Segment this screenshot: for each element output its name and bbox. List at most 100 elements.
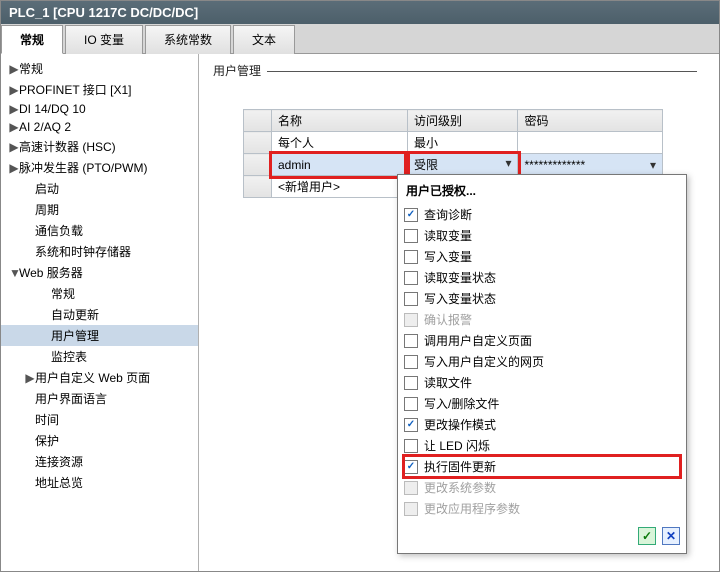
checkbox[interactable]: [404, 229, 418, 243]
permission-item[interactable]: 读取变量: [404, 225, 680, 246]
section-title: 用户管理: [213, 62, 709, 79]
tree-item-label: 地址总览: [35, 474, 83, 491]
tree-arrow-icon: ▶: [9, 62, 19, 76]
tree-item[interactable]: 系统和时钟存储器: [1, 241, 198, 262]
col-password[interactable]: 密码: [518, 110, 663, 132]
permission-item[interactable]: 写入用户自定义的网页: [404, 351, 680, 372]
table-row-admin[interactable]: admin 受限▾ *************▾: [244, 154, 663, 176]
tree-item-label: 自动更新: [51, 306, 99, 323]
tree-arrow-icon: ▶: [9, 102, 19, 116]
tree-arrow-icon: ▶: [25, 371, 35, 385]
tree-item-label: Web 服务器: [19, 264, 83, 281]
tab-label: 文本: [252, 33, 276, 47]
table-header-row: 名称 访问级别 密码: [244, 110, 663, 132]
tree-item[interactable]: 保护: [1, 430, 198, 451]
checkbox[interactable]: [404, 334, 418, 348]
tab-general[interactable]: 常规: [1, 25, 63, 54]
permission-item[interactable]: 调用用户自定义页面: [404, 330, 680, 351]
tree-arrow-icon: ▶: [9, 140, 19, 154]
tree-item-label: PROFINET 接口 [X1]: [19, 81, 131, 98]
dropdown-footer: ✓ ✕: [404, 519, 680, 545]
tree-item[interactable]: ▶AI 2/AQ 2: [1, 118, 198, 136]
tree-item[interactable]: 地址总览: [1, 472, 198, 493]
tree-item[interactable]: ▶常规: [1, 58, 198, 79]
checkbox[interactable]: [404, 460, 418, 474]
checkbox[interactable]: [404, 376, 418, 390]
checkbox[interactable]: [404, 355, 418, 369]
col-access[interactable]: 访问级别: [407, 110, 518, 132]
permission-label: 更改系统参数: [424, 479, 496, 496]
tree-item[interactable]: 通信负载: [1, 220, 198, 241]
permission-item[interactable]: 读取变量状态: [404, 267, 680, 288]
permission-item: 更改应用程序参数: [404, 498, 680, 519]
tab-label: 系统常数: [164, 33, 212, 47]
permission-item[interactable]: 写入变量状态: [404, 288, 680, 309]
checkbox[interactable]: [404, 271, 418, 285]
tree-item-label: 高速计数器 (HSC): [19, 138, 116, 155]
tree-item-label: 常规: [51, 285, 75, 302]
cell-new-user[interactable]: <新增用户>: [272, 176, 408, 198]
checkbox[interactable]: [404, 439, 418, 453]
permission-item[interactable]: 写入/删除文件: [404, 393, 680, 414]
corner-cell: [244, 110, 272, 132]
tree-item[interactable]: 常规: [1, 283, 198, 304]
checkbox[interactable]: [404, 292, 418, 306]
tree-item[interactable]: 周期: [1, 199, 198, 220]
tree-item-label: DI 14/DQ 10: [19, 102, 86, 116]
permission-item[interactable]: 写入变量: [404, 246, 680, 267]
permission-item[interactable]: 执行固件更新: [404, 456, 680, 477]
tab-system-constants[interactable]: 系统常数: [145, 25, 231, 54]
tree-item-label: 用户管理: [51, 327, 99, 344]
tree-item-label: 用户自定义 Web 页面: [35, 369, 150, 386]
ok-button[interactable]: ✓: [638, 527, 656, 545]
permission-item[interactable]: 读取文件: [404, 372, 680, 393]
permission-label: 查询诊断: [424, 206, 472, 223]
tab-io-variables[interactable]: IO 变量: [65, 25, 143, 54]
permission-item[interactable]: 更改操作模式: [404, 414, 680, 435]
tree-item[interactable]: ▶高速计数器 (HSC): [1, 136, 198, 157]
cell-access-dropdown[interactable]: 受限▾: [407, 154, 518, 176]
checkbox[interactable]: [404, 250, 418, 264]
permission-item[interactable]: 查询诊断: [404, 204, 680, 225]
tree-item[interactable]: 自动更新: [1, 304, 198, 325]
tree-item[interactable]: 启动: [1, 178, 198, 199]
tree-item[interactable]: 用户管理: [1, 325, 198, 346]
cell-password-dropdown[interactable]: *************▾: [518, 154, 663, 176]
permission-label: 确认报警: [424, 311, 472, 328]
nav-tree[interactable]: ▶常规▶PROFINET 接口 [X1]▶DI 14/DQ 10▶AI 2/AQ…: [1, 54, 199, 571]
app-window: PLC_1 [CPU 1217C DC/DC/DC] 常规 IO 变量 系统常数…: [0, 0, 720, 572]
tree-arrow-icon: ▶: [9, 161, 19, 175]
tree-item-label: 启动: [35, 180, 59, 197]
tree-item[interactable]: ▼Web 服务器: [1, 262, 198, 283]
checkbox[interactable]: [404, 397, 418, 411]
checkbox[interactable]: [404, 208, 418, 222]
tree-item[interactable]: 监控表: [1, 346, 198, 367]
tree-item[interactable]: 用户界面语言: [1, 388, 198, 409]
tree-item-label: 周期: [35, 201, 59, 218]
tree-item[interactable]: ▶用户自定义 Web 页面: [1, 367, 198, 388]
checkbox[interactable]: [404, 418, 418, 432]
checkbox: [404, 313, 418, 327]
tree-item-label: 监控表: [51, 348, 87, 365]
checkbox: [404, 502, 418, 516]
cell-access[interactable]: 最小: [407, 132, 518, 154]
cancel-button[interactable]: ✕: [662, 527, 680, 545]
permission-label: 更改操作模式: [424, 416, 496, 433]
permission-item[interactable]: 让 LED 闪烁: [404, 435, 680, 456]
table-row[interactable]: 每个人 最小: [244, 132, 663, 154]
tree-item[interactable]: 时间: [1, 409, 198, 430]
cell-name[interactable]: admin: [272, 154, 408, 176]
cell-password[interactable]: [518, 132, 663, 154]
tree-item-label: 通信负载: [35, 222, 83, 239]
tree-item[interactable]: ▶PROFINET 接口 [X1]: [1, 79, 198, 100]
tree-item[interactable]: ▶脉冲发生器 (PTO/PWM): [1, 157, 198, 178]
checkbox: [404, 481, 418, 495]
cell-name[interactable]: 每个人: [272, 132, 408, 154]
permission-label: 读取文件: [424, 374, 472, 391]
chevron-down-icon: ▾: [650, 158, 656, 172]
col-name[interactable]: 名称: [272, 110, 408, 132]
tab-text[interactable]: 文本: [233, 25, 295, 54]
tree-item[interactable]: 连接资源: [1, 451, 198, 472]
tab-label: IO 变量: [84, 33, 124, 47]
tree-item[interactable]: ▶DI 14/DQ 10: [1, 100, 198, 118]
